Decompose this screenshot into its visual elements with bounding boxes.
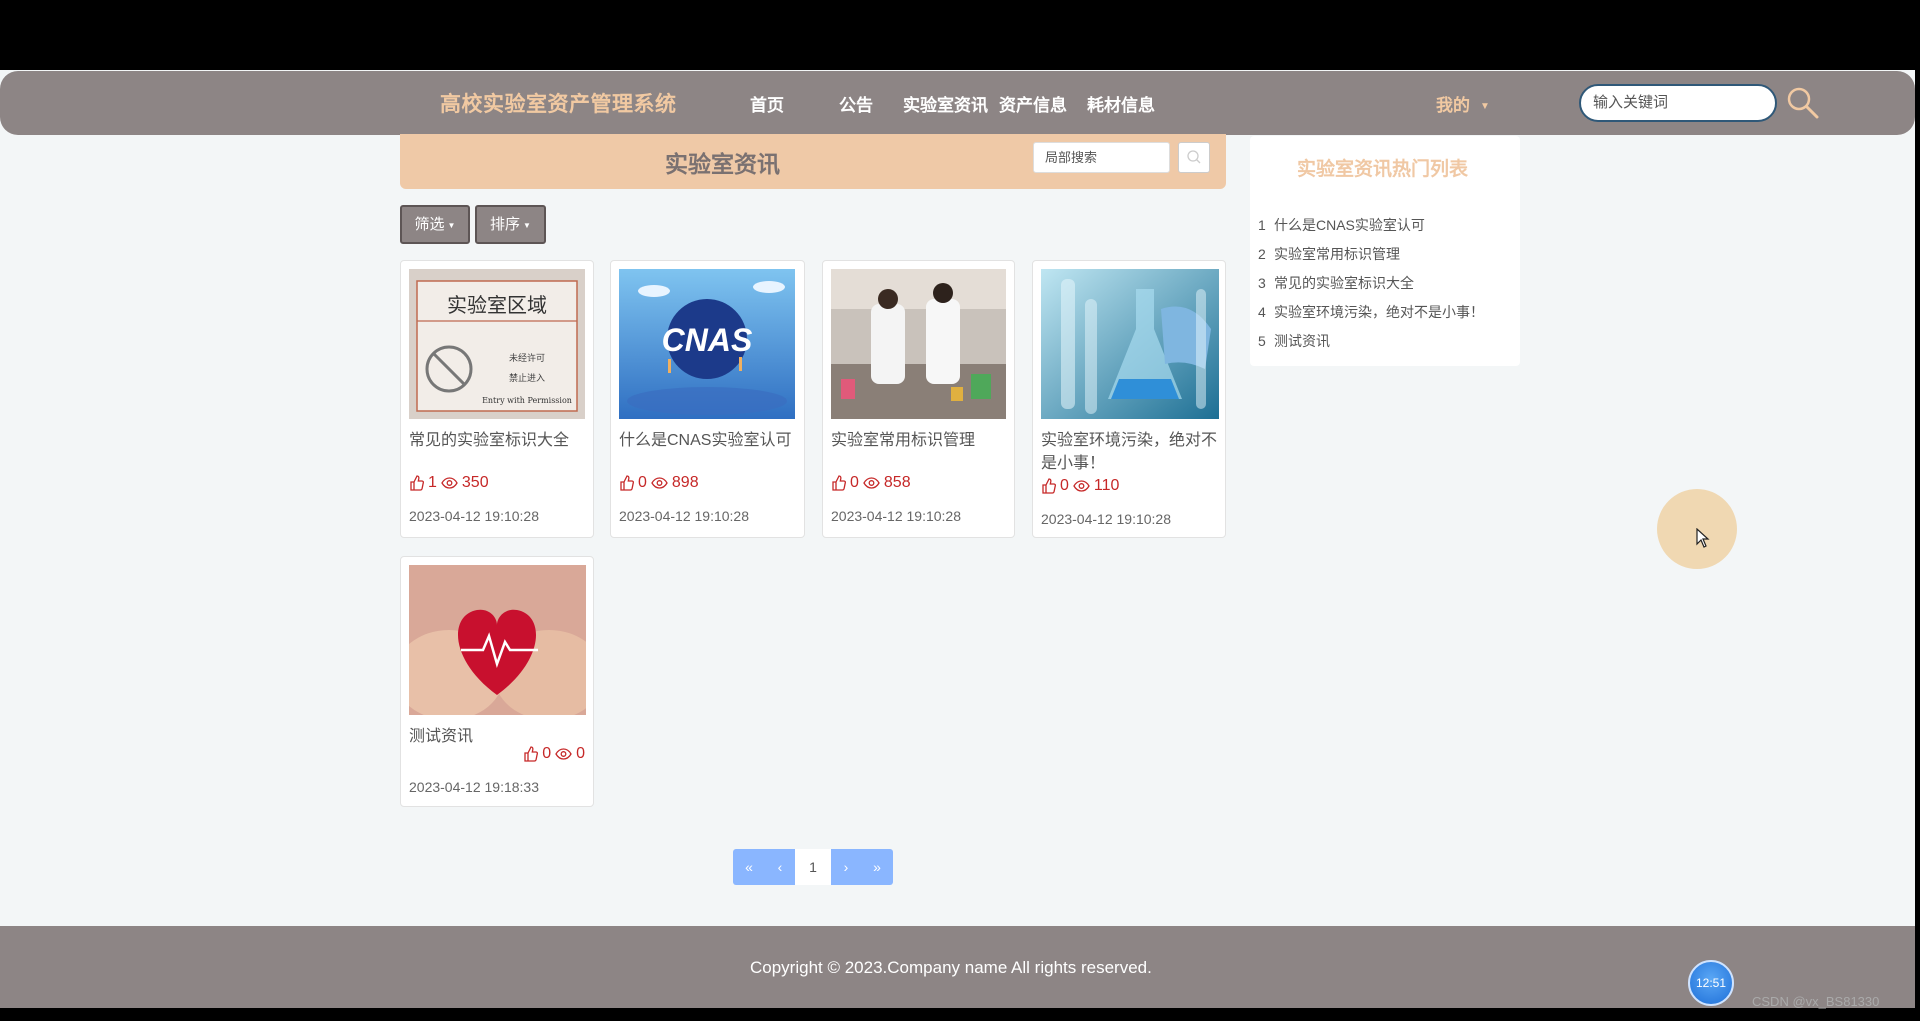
brand-title[interactable]: 高校实验室资产管理系统 bbox=[440, 88, 677, 118]
page-prev-button[interactable]: ‹ bbox=[765, 849, 795, 885]
like-count: 0 bbox=[1060, 477, 1069, 494]
page-current[interactable]: 1 bbox=[795, 849, 831, 885]
card-stats: 0 898 bbox=[619, 474, 699, 492]
news-card[interactable]: CNAS 什么是CNAS实验室认可 0 898 2023-04-12 19:10… bbox=[610, 260, 805, 538]
my-account-dropdown[interactable]: 我的 ▼ bbox=[1436, 91, 1490, 116]
nav-consumables[interactable]: 耗材信息 bbox=[1087, 91, 1155, 116]
thumbs-up-icon bbox=[620, 475, 634, 491]
page-canvas bbox=[0, 70, 1915, 1008]
top-letterbox bbox=[0, 0, 1920, 70]
hot-list-rank: 5 bbox=[1258, 333, 1266, 349]
hot-list-rank: 3 bbox=[1258, 275, 1266, 291]
hot-list-label: 实验室常用标识管理 bbox=[1274, 246, 1400, 262]
view-count: 350 bbox=[461, 474, 489, 491]
like-count: 0 bbox=[850, 474, 859, 491]
eye-icon bbox=[441, 477, 458, 489]
hot-list-rank: 2 bbox=[1258, 246, 1266, 262]
page-next-button[interactable]: › bbox=[831, 849, 861, 885]
hot-list-label: 常见的实验室标识大全 bbox=[1274, 275, 1414, 291]
eye-icon bbox=[863, 477, 880, 489]
section-title: 实验室资讯 bbox=[665, 151, 780, 177]
news-card[interactable]: 实验室环境污染，绝对不是小事！ 0 110 2023-04-12 19:10:2… bbox=[1032, 260, 1226, 538]
nav-lab-news[interactable]: 实验室资讯 bbox=[903, 91, 988, 116]
filter-button-label: 筛选 bbox=[414, 216, 445, 233]
my-account-label: 我的 bbox=[1436, 96, 1470, 115]
card-title[interactable]: 什么是CNAS实验室认可 bbox=[619, 429, 797, 452]
svg-text:实验室区域: 实验室区域 bbox=[447, 293, 547, 317]
search-icon bbox=[1187, 150, 1201, 164]
filter-button[interactable]: 筛选 ▼ bbox=[400, 205, 470, 244]
card-date: 2023-04-12 19:10:28 bbox=[1041, 511, 1171, 527]
page-first-button[interactable]: « bbox=[733, 849, 765, 885]
caret-down-icon: ▼ bbox=[447, 220, 456, 230]
card-title[interactable]: 实验室常用标识管理 bbox=[831, 429, 1009, 452]
page-last-button[interactable]: » bbox=[861, 849, 893, 885]
like-count: 0 bbox=[542, 745, 552, 762]
eye-icon bbox=[651, 477, 668, 489]
search-icon[interactable] bbox=[1786, 86, 1820, 120]
news-card[interactable]: 实验室区域 未经许可 禁止进入 Entry with Permission 常见… bbox=[400, 260, 594, 538]
hot-list-rank: 4 bbox=[1258, 304, 1266, 320]
view-count: 0 bbox=[576, 745, 585, 762]
nav-announcements[interactable]: 公告 bbox=[839, 91, 873, 116]
view-count: 110 bbox=[1093, 477, 1120, 494]
local-search-input[interactable]: 局部搜索 bbox=[1033, 142, 1170, 173]
hot-list-item[interactable]: 3 常见的实验室标识大全 bbox=[1258, 273, 1414, 293]
bottom-letterbox bbox=[0, 1008, 1920, 1021]
svg-text:Entry with Permission: Entry with Permission bbox=[482, 396, 572, 405]
svg-text:CNAS: CNAS bbox=[662, 322, 753, 358]
hot-list-title: 实验室资讯热门列表 bbox=[1297, 159, 1469, 180]
card-date: 2023-04-12 19:18:33 bbox=[409, 779, 539, 795]
hot-list-item[interactable]: 2 实验室常用标识管理 bbox=[1258, 244, 1400, 264]
copyright-text: Copyright © 2023.Company name All rights… bbox=[750, 958, 1152, 977]
lab-workers-image bbox=[831, 269, 1006, 419]
thumbs-up-icon bbox=[524, 746, 539, 762]
like-count: 1 bbox=[428, 474, 437, 491]
card-title[interactable]: 常见的实验室标识大全 bbox=[409, 429, 587, 452]
hot-list-item[interactable]: 4 实验室环境污染，绝对不是小事！ bbox=[1258, 302, 1484, 322]
mouse-cursor-icon bbox=[1696, 527, 1710, 553]
hot-list-item[interactable]: 5 测试资讯 bbox=[1258, 331, 1330, 351]
hot-list-label: 什么是CNAS实验室认可 bbox=[1274, 217, 1425, 233]
like-count: 0 bbox=[638, 474, 647, 491]
card-date: 2023-04-12 19:10:28 bbox=[619, 508, 749, 524]
hot-list-rank: 1 bbox=[1258, 217, 1266, 233]
hot-list-item[interactable]: 1 什么是CNAS实验室认可 bbox=[1258, 215, 1425, 235]
svg-text:禁止进入: 禁止进入 bbox=[509, 372, 545, 384]
view-count: 858 bbox=[883, 474, 911, 491]
nav-home[interactable]: 首页 bbox=[750, 91, 784, 116]
news-card[interactable]: 实验室常用标识管理 0 858 2023-04-12 19:10:28 bbox=[822, 260, 1015, 538]
card-title[interactable]: 实验室环境污染，绝对不是小事！ bbox=[1041, 429, 1219, 475]
thumbs-up-icon bbox=[1042, 478, 1056, 494]
caret-down-icon: ▼ bbox=[523, 220, 531, 230]
sort-button[interactable]: 排序 ▼ bbox=[475, 205, 546, 244]
news-card[interactable]: 测试资讯 0 0 2023-04-12 19:18:33 bbox=[400, 556, 594, 807]
eye-icon bbox=[1073, 480, 1090, 492]
card-stats: 0 0 bbox=[523, 745, 585, 763]
thumbs-up-icon bbox=[832, 475, 846, 491]
svg-text:未经许可: 未经许可 bbox=[509, 352, 545, 364]
right-edge bbox=[1915, 70, 1920, 1021]
eye-icon bbox=[555, 748, 572, 760]
caret-down-icon: ▼ bbox=[1480, 101, 1490, 113]
card-stats: 1 350 bbox=[409, 474, 489, 492]
floating-clock-widget[interactable]: 12:51 bbox=[1688, 960, 1734, 1006]
local-search-button[interactable] bbox=[1178, 142, 1210, 173]
hot-list-label: 实验室环境污染，绝对不是小事！ bbox=[1274, 304, 1484, 320]
cnas-logo-image: CNAS bbox=[619, 269, 795, 419]
view-count: 898 bbox=[671, 474, 699, 491]
hot-list-label: 测试资讯 bbox=[1274, 333, 1330, 349]
lab-glassware-image bbox=[1041, 269, 1219, 419]
sort-button-label: 排序 bbox=[490, 216, 521, 233]
card-stats: 0 858 bbox=[831, 474, 911, 492]
nav-assets[interactable]: 资产信息 bbox=[999, 91, 1067, 116]
heart-in-hands-image bbox=[409, 565, 586, 715]
header-search-input[interactable]: 输入关键词 bbox=[1579, 84, 1777, 122]
card-date: 2023-04-12 19:10:28 bbox=[831, 508, 961, 524]
card-date: 2023-04-12 19:10:28 bbox=[409, 508, 539, 524]
watermark: CSDN @vx_BS81330 bbox=[1752, 994, 1880, 1009]
thumbs-up-icon bbox=[410, 475, 424, 491]
lab-area-sign-image: 实验室区域 未经许可 禁止进入 Entry with Permission bbox=[409, 269, 585, 419]
card-stats: 0 110 bbox=[1041, 477, 1119, 495]
